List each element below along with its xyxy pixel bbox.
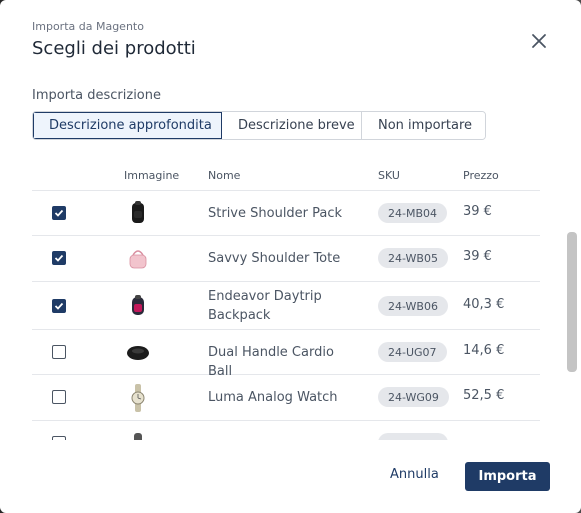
- option-do-not-import[interactable]: Non importare: [362, 112, 485, 139]
- description-label: Importa descrizione: [32, 88, 161, 103]
- check-icon: [54, 254, 64, 262]
- column-image: Immagine: [124, 169, 180, 182]
- table-row[interactable]: Dual Handle Cardio Ball 24-UG07 14,6 €: [32, 330, 540, 379]
- product-price: 39 €: [463, 249, 492, 264]
- row-checkbox[interactable]: [52, 299, 66, 313]
- sku-badge: 24-WG09: [378, 387, 449, 407]
- row-checkbox[interactable]: [52, 390, 66, 404]
- cancel-button[interactable]: Annulla: [390, 467, 439, 482]
- column-price: Prezzo: [463, 169, 499, 182]
- table-header: Immagine Nome SKU Prezzo: [32, 160, 540, 191]
- table-row[interactable]: Endeavor Daytrip Backpack 24-WB06 40,3 €: [32, 282, 540, 330]
- cardio-ball-icon: [124, 338, 152, 366]
- sku-badge: 24-WB06: [378, 296, 448, 316]
- import-button[interactable]: Importa: [465, 462, 550, 491]
- sku-badge: 24-MB04: [378, 203, 448, 223]
- column-name: Nome: [208, 169, 241, 182]
- pink-tote-bag-icon: [124, 245, 152, 273]
- product-price: 52,5 €: [463, 388, 505, 403]
- row-checkbox[interactable]: [52, 206, 66, 220]
- option-full-description[interactable]: Descrizione approfondita: [33, 112, 222, 139]
- sku-badge: 24-WB05: [378, 248, 448, 268]
- product-name: Luma Analog Watch: [208, 390, 338, 405]
- product-name: Savvy Shoulder Tote: [208, 251, 341, 266]
- analog-watch-icon: [124, 383, 152, 412]
- daytrip-backpack-icon: [124, 292, 152, 320]
- sku-badge: [378, 433, 448, 440]
- check-icon: [54, 302, 64, 310]
- product-thumbnail-icon: [124, 429, 152, 440]
- product-price: 39 €: [463, 204, 492, 219]
- table-row[interactable]: [32, 421, 540, 440]
- product-price: 40,3 €: [463, 297, 505, 312]
- scrollbar-thumb[interactable]: [567, 232, 577, 372]
- row-checkbox[interactable]: [52, 251, 66, 265]
- check-icon: [54, 209, 64, 217]
- row-checkbox[interactable]: [52, 345, 66, 359]
- row-checkbox[interactable]: [52, 436, 66, 440]
- table-row[interactable]: Savvy Shoulder Tote 24-WB05 39 €: [32, 236, 540, 282]
- table-row[interactable]: Luma Analog Watch 24-WG09 52,5 €: [32, 375, 540, 421]
- table-row[interactable]: Strive Shoulder Pack 24-MB04 39 €: [32, 191, 540, 236]
- product-name: Strive Shoulder Pack: [208, 206, 343, 221]
- close-icon: [532, 34, 546, 48]
- description-segmented-control: Descrizione approfondita Descrizione bre…: [32, 111, 486, 140]
- product-name: Endeavor Daytrip Backpack: [208, 289, 322, 323]
- black-backpack-icon: [124, 199, 152, 227]
- column-sku: SKU: [378, 169, 400, 182]
- sku-badge: 24-UG07: [378, 342, 447, 362]
- modal-title: Scegli dei prodotti: [32, 38, 196, 59]
- modal-subtitle: Importa da Magento: [32, 20, 144, 33]
- import-modal: Importa da Magento Scegli dei prodotti I…: [0, 0, 581, 513]
- option-short-description[interactable]: Descrizione breve: [222, 112, 362, 139]
- products-table: Immagine Nome SKU Prezzo Strive Shoulder…: [32, 160, 540, 440]
- close-button[interactable]: [528, 30, 550, 52]
- product-price: 14,6 €: [463, 343, 505, 358]
